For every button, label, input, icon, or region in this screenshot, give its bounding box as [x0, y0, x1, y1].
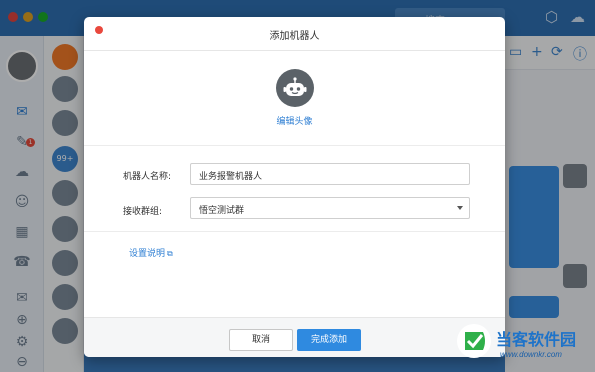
dialog-header: 添加机器人	[84, 17, 505, 51]
receive-group-select[interactable]: 悟空测试群	[190, 197, 470, 219]
edit-avatar-link[interactable]: 编辑头像	[84, 114, 505, 127]
receive-group-value: 悟空测试群	[199, 206, 245, 216]
add-robot-dialog: 添加机器人 编辑头像 机器人名称: 业务报警机器人 接收群组: 悟空测试群 设置…	[84, 17, 505, 357]
setting-help-link[interactable]: 设置说明 ⧉	[129, 246, 173, 259]
external-link-icon: ⧉	[167, 249, 173, 258]
dialog-footer: 取消 完成添加	[84, 317, 505, 357]
confirm-add-button[interactable]: 完成添加	[297, 329, 361, 351]
divider	[84, 231, 505, 232]
robot-avatar[interactable]	[276, 69, 314, 107]
watermark-url: www.downkr.com	[500, 350, 562, 359]
robot-name-value: 业务报警机器人	[199, 172, 263, 182]
watermark-title: 当客软件园	[496, 330, 577, 349]
robot-icon	[283, 77, 307, 96]
robot-name-input[interactable]: 业务报警机器人	[190, 163, 470, 185]
dialog-title: 添加机器人	[269, 31, 320, 42]
watermark-logo-icon	[457, 324, 491, 358]
robot-name-label: 机器人名称:	[123, 172, 172, 182]
divider	[84, 145, 505, 146]
receive-group-label: 接收群组:	[123, 207, 163, 217]
cancel-button[interactable]: 取消	[229, 329, 293, 351]
setting-help-label: 设置说明	[129, 249, 166, 259]
chevron-down-icon	[457, 206, 463, 210]
